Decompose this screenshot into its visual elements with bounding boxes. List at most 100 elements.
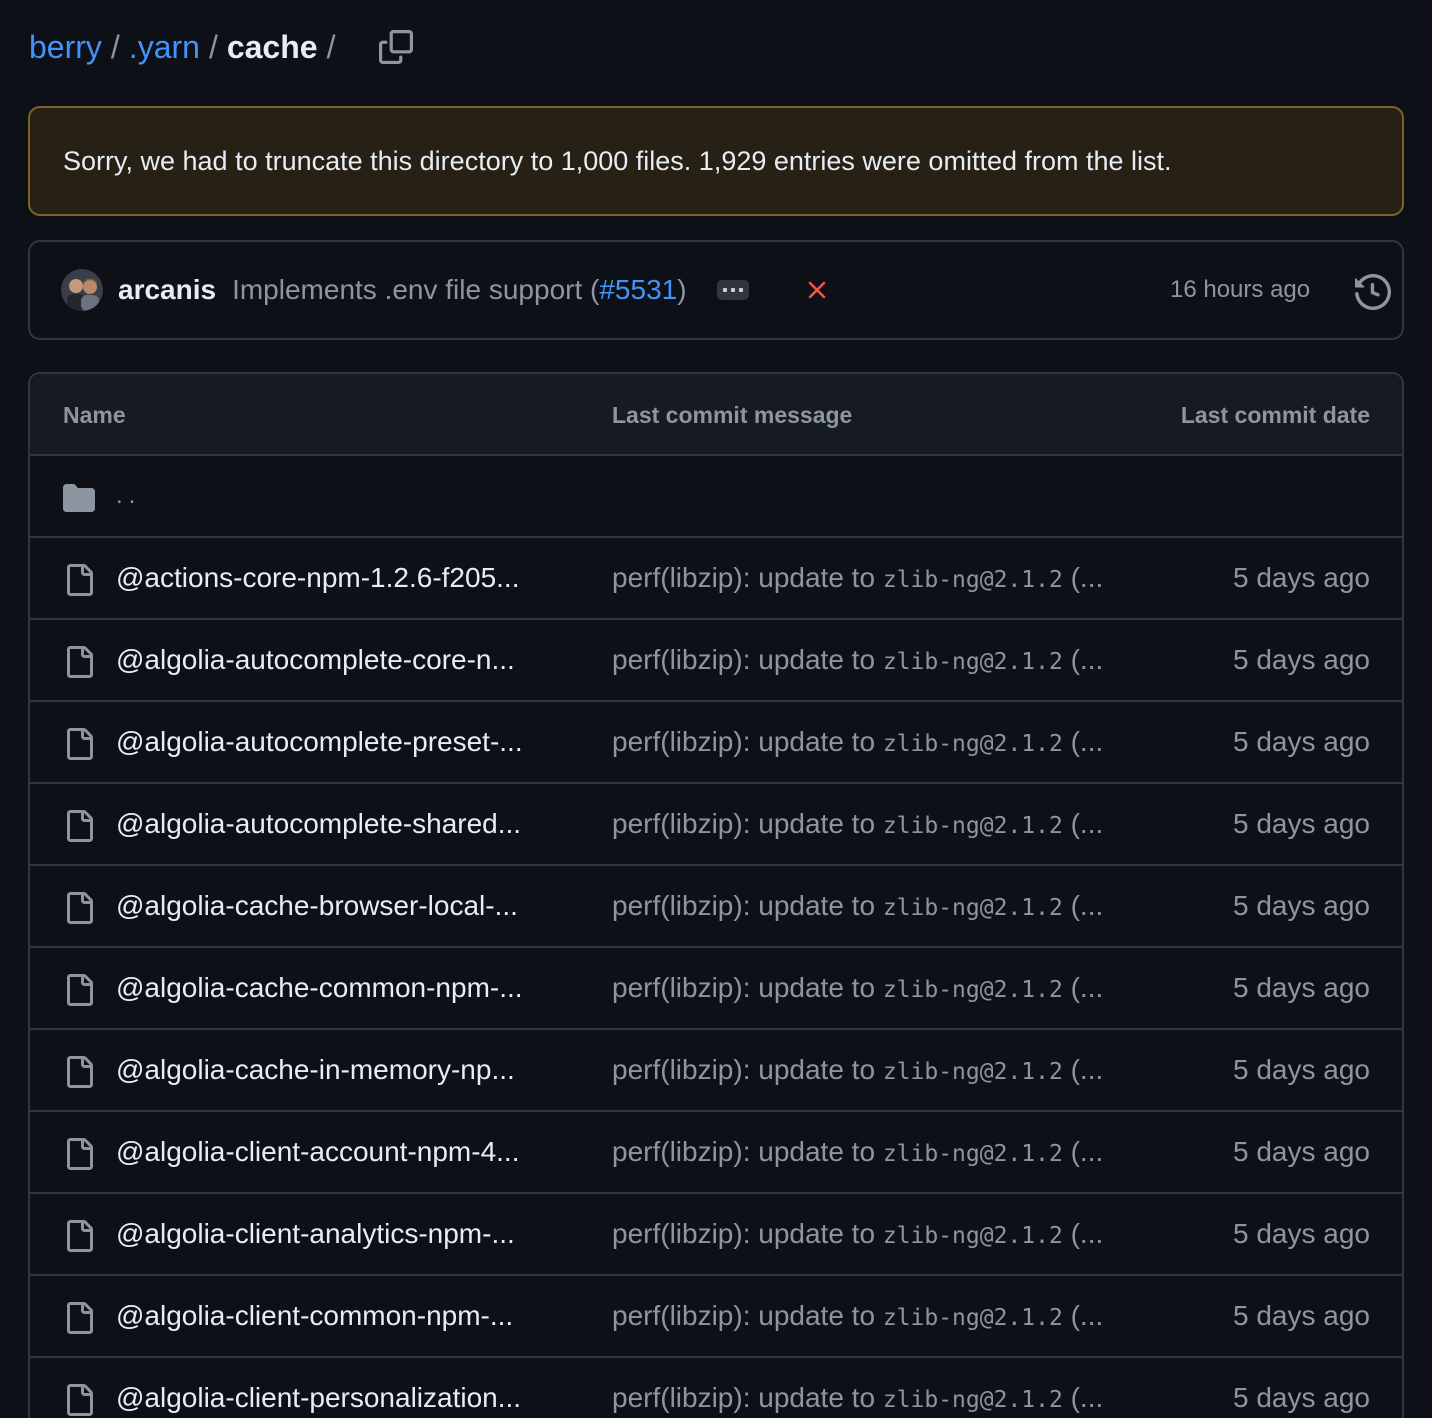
commit-message-text: perf(libzip): update to: [612, 972, 883, 1003]
commit-message-code: zlib-ng@2.1.2: [882, 1387, 1063, 1413]
table-row[interactable]: @algolia-cache-browser-local-... perf(lib…: [30, 866, 1402, 948]
commit-date: 5 days ago: [1233, 1054, 1370, 1085]
commit-message-tail: (...: [1062, 1218, 1104, 1249]
commit-message-link[interactable]: perf(libzip): update to zlib-ng@2.1.2 (.…: [612, 1136, 1103, 1168]
commit-message-link[interactable]: perf(libzip): update to zlib-ng@2.1.2 (.…: [612, 890, 1103, 922]
commit-message-tail: (...: [1062, 1300, 1104, 1331]
folder-icon: [63, 484, 95, 512]
file-name-link[interactable]: @actions-core-npm-1.2.6-f205...: [116, 562, 519, 594]
commit-date: 5 days ago: [1233, 562, 1370, 593]
commit-message-link[interactable]: perf(libzip): update to zlib-ng@2.1.2 (.…: [612, 726, 1103, 758]
file-icon: [67, 728, 93, 760]
commit-message-suffix: ): [677, 274, 687, 305]
latest-commit-box: arcanis Implements .env file support (#5…: [28, 240, 1404, 340]
table-row[interactable]: @algolia-client-analytics-npm-... perf(li…: [30, 1194, 1402, 1276]
history-icon: [1355, 273, 1392, 311]
file-icon: [67, 810, 93, 842]
table-row[interactable]: @algolia-cache-in-memory-np... perf(libzi…: [30, 1030, 1402, 1112]
commit-message-code: zlib-ng@2.1.2: [882, 1141, 1063, 1167]
table-row[interactable]: @algolia-cache-common-npm-... perf(libzip…: [30, 948, 1402, 1030]
table-row[interactable]: @algolia-client-common-npm-... perf(libzi…: [30, 1276, 1402, 1358]
file-name-link[interactable]: @algolia-client-account-npm-4...: [116, 1136, 519, 1168]
breadcrumb-separator: /: [110, 28, 120, 65]
commit-message-tail: (...: [1062, 972, 1104, 1003]
file-name-link[interactable]: @algolia-cache-in-memory-np...: [116, 1054, 515, 1086]
commit-message-link[interactable]: perf(libzip): update to zlib-ng@2.1.2 (.…: [612, 972, 1103, 1004]
commit-date: 5 days ago: [1233, 890, 1370, 921]
commit-message-tail: (...: [1062, 644, 1104, 675]
commit-author-link[interactable]: arcanis: [118, 274, 216, 306]
file-name-link[interactable]: @algolia-autocomplete-shared...: [116, 808, 521, 840]
page: berry / .yarn / cache / Sorry, we had to…: [0, 0, 1432, 1418]
file-name-link[interactable]: @algolia-autocomplete-core-n...: [116, 644, 515, 676]
file-name-link[interactable]: @algolia-client-analytics-npm-...: [116, 1218, 515, 1250]
commit-message-link[interactable]: perf(libzip): update to zlib-ng@2.1.2 (.…: [612, 644, 1103, 676]
file-icon: [67, 892, 93, 924]
file-name-link[interactable]: @algolia-cache-browser-local-...: [116, 890, 518, 922]
table-row[interactable]: @algolia-autocomplete-shared... perf(libz…: [30, 784, 1402, 866]
table-row[interactable]: @algolia-client-account-npm-4... perf(lib…: [30, 1112, 1402, 1194]
commit-message-code: zlib-ng@2.1.2: [882, 1305, 1063, 1331]
commit-message-code: zlib-ng@2.1.2: [882, 895, 1063, 921]
file-icon: [67, 1138, 93, 1170]
file-icon: [67, 1384, 93, 1416]
file-icon: [67, 1220, 93, 1252]
commit-message-link[interactable]: perf(libzip): update to zlib-ng@2.1.2 (.…: [612, 562, 1103, 594]
file-name-link[interactable]: @algolia-client-common-npm-...: [116, 1300, 513, 1332]
file-icon: [67, 564, 93, 596]
commit-time: 16 hours ago: [1170, 276, 1311, 303]
table-row[interactable]: @algolia-client-personalization... perf(l…: [30, 1358, 1402, 1418]
commit-message-link[interactable]: Implements .env file support (#5531): [232, 274, 686, 306]
commit-message-code: zlib-ng@2.1.2: [882, 813, 1063, 839]
column-header-message: Last commit message: [612, 402, 853, 428]
commit-message-link[interactable]: perf(libzip): update to zlib-ng@2.1.2 (.…: [612, 1054, 1103, 1086]
commit-message-text: perf(libzip): update to: [612, 808, 883, 839]
table-row[interactable]: @algolia-autocomplete-preset-... perf(lib…: [30, 702, 1402, 784]
commit-message-prefix: Implements .env file support (: [232, 274, 600, 305]
breadcrumb-separator: /: [208, 28, 218, 65]
commit-message-link[interactable]: perf(libzip): update to zlib-ng@2.1.2 (.…: [612, 1382, 1103, 1414]
breadcrumb-link-yarn[interactable]: .yarn: [129, 29, 200, 66]
commit-message-tail: (...: [1062, 1136, 1104, 1167]
parent-directory-row[interactable]: ..: [30, 456, 1402, 538]
commit-date: 5 days ago: [1233, 1218, 1370, 1249]
commit-message-link[interactable]: perf(libzip): update to zlib-ng@2.1.2 (.…: [612, 1300, 1103, 1332]
file-name-link[interactable]: @algolia-autocomplete-preset-...: [116, 726, 523, 758]
expand-commit-message-button[interactable]: [716, 280, 749, 300]
file-rows: @actions-core-npm-1.2.6-f205... perf(libz…: [30, 538, 1402, 1418]
commit-date: 5 days ago: [1233, 1136, 1370, 1167]
commit-date: 5 days ago: [1233, 726, 1370, 757]
commit-message-code: zlib-ng@2.1.2: [882, 1059, 1063, 1085]
column-header-name: Name: [63, 402, 126, 428]
column-header-date: Last commit date: [1180, 402, 1370, 428]
copy-path-button[interactable]: [376, 27, 416, 67]
commit-message-text: perf(libzip): update to: [612, 890, 883, 921]
commit-date: 5 days ago: [1233, 808, 1370, 839]
commit-message-tail: (...: [1062, 1382, 1104, 1413]
parent-directory-link[interactable]: ..: [116, 482, 141, 510]
commit-date: 5 days ago: [1233, 1300, 1370, 1331]
file-icon: [67, 646, 93, 678]
x-icon[interactable]: [805, 278, 829, 302]
table-row[interactable]: @actions-core-npm-1.2.6-f205... perf(libz…: [30, 538, 1402, 620]
commit-message-code: zlib-ng@2.1.2: [882, 649, 1063, 675]
truncation-warning-text: Sorry, we had to truncate this directory…: [63, 145, 1172, 176]
commit-message-link[interactable]: perf(libzip): update to zlib-ng@2.1.2 (.…: [612, 1218, 1103, 1250]
breadcrumb-current: cache: [226, 28, 318, 65]
commit-message-code: zlib-ng@2.1.2: [882, 1223, 1063, 1249]
commit-message-text: perf(libzip): update to: [612, 1136, 883, 1167]
avatar[interactable]: [61, 269, 103, 311]
table-row[interactable]: @algolia-autocomplete-core-n... perf(libz…: [30, 620, 1402, 702]
commit-message-text: perf(libzip): update to: [612, 1054, 883, 1085]
commit-message-text: perf(libzip): update to: [612, 1300, 883, 1331]
history-button[interactable]: [1355, 273, 1392, 311]
breadcrumb-link-berry[interactable]: berry: [29, 29, 102, 66]
commit-message-tail: (...: [1062, 890, 1104, 921]
commit-message-text: perf(libzip): update to: [612, 562, 883, 593]
file-name-link[interactable]: @algolia-client-personalization...: [116, 1382, 521, 1414]
commit-message-tail: (...: [1062, 726, 1104, 757]
pull-request-link[interactable]: #5531: [599, 274, 677, 305]
file-name-link[interactable]: @algolia-cache-common-npm-...: [116, 972, 523, 1004]
commit-message-link[interactable]: perf(libzip): update to zlib-ng@2.1.2 (.…: [612, 808, 1103, 840]
file-icon: [67, 1056, 93, 1088]
